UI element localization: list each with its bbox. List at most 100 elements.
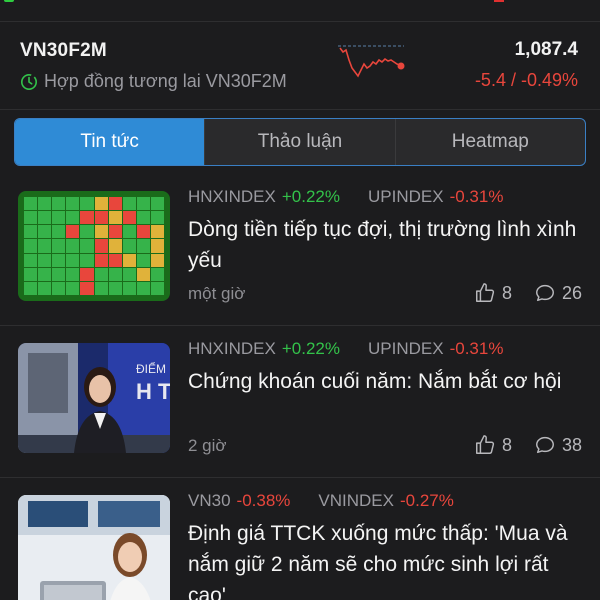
news-tags: HNXINDEX +0.22% UPINDEX -0.31% xyxy=(188,187,503,207)
heatmap-cell xyxy=(80,211,94,225)
heatmap-cell xyxy=(66,267,80,281)
heatmap-thumbnail xyxy=(18,191,170,301)
news-title[interactable]: Chứng khoán cuối năm: Nắm bắt cơ hội xyxy=(188,366,588,397)
heatmap-cell xyxy=(38,211,52,225)
heatmap-cell xyxy=(94,211,108,225)
heatmap-cell xyxy=(24,281,38,295)
previous-ticker-row[interactable] xyxy=(0,0,600,22)
heatmap-cell xyxy=(52,197,66,211)
heatmap-cell xyxy=(24,225,38,239)
heatmap-cell xyxy=(38,253,52,267)
comment-count: 26 xyxy=(561,282,582,303)
heatmap-cell xyxy=(94,253,108,267)
heatmap-cell xyxy=(52,267,66,281)
heatmap-cell xyxy=(38,267,52,281)
heatmap-cell xyxy=(108,281,122,295)
heatmap-cell xyxy=(108,267,122,281)
heatmap-cell xyxy=(66,253,80,267)
comment-count: 38 xyxy=(561,434,582,455)
heatmap-cell xyxy=(136,281,150,295)
heatmap-cell xyxy=(94,239,108,253)
heatmap-cell xyxy=(52,225,66,239)
heatmap-cell xyxy=(94,267,108,281)
heatmap-cell xyxy=(150,267,164,281)
news-tag[interactable]: VNINDEX -0.27% xyxy=(318,491,453,511)
heatmap-cell xyxy=(122,225,136,239)
analyst-thumbnail xyxy=(18,495,170,600)
heatmap-cell xyxy=(150,197,164,211)
heatmap-cell xyxy=(52,281,66,295)
news-item[interactable]: VN30 -0.38% VNINDEX -0.27% Định giá TTCK x… xyxy=(0,478,600,600)
sparkline-chart xyxy=(338,45,405,78)
news-time: một giờ xyxy=(188,284,246,303)
heatmap-cell xyxy=(66,197,80,211)
news-stats: 8 38 xyxy=(474,434,582,456)
news-tag[interactable]: HNXINDEX +0.22% xyxy=(188,187,340,207)
like-icon[interactable] xyxy=(474,282,496,304)
heatmap-cell xyxy=(150,239,164,253)
heatmap-cell xyxy=(150,211,164,225)
ticker-row[interactable]: VN30F2M Hợp đồng tương lai VN30F2M 1,087… xyxy=(0,22,600,110)
heatmap-cell xyxy=(150,281,164,295)
news-item[interactable]: HNXINDEX +0.22% UPINDEX -0.31% Dòng tiền t… xyxy=(0,174,600,326)
heatmap-cell xyxy=(136,239,150,253)
heatmap-cell xyxy=(108,239,122,253)
news-tag[interactable]: HNXINDEX +0.22% xyxy=(188,339,340,359)
news-tabs: Tin tức Thảo luận Heatmap xyxy=(14,118,586,166)
heatmap-cell xyxy=(24,211,38,225)
comment-icon[interactable] xyxy=(534,282,556,304)
svg-text:ĐIỂM: ĐIỂM xyxy=(136,361,166,376)
heatmap-cell xyxy=(52,211,66,225)
comment-icon[interactable] xyxy=(534,434,556,456)
heatmap-cell xyxy=(108,225,122,239)
heatmap-cell xyxy=(24,239,38,253)
news-tag[interactable]: VN30 -0.38% xyxy=(188,491,290,511)
news-tag[interactable]: UPINDEX -0.31% xyxy=(368,187,503,207)
heatmap-cell xyxy=(94,197,108,211)
up-arrow-icon xyxy=(4,0,14,2)
tab-discussion[interactable]: Thảo luận xyxy=(204,119,394,165)
tab-heatmap[interactable]: Heatmap xyxy=(394,119,585,165)
heatmap-cell xyxy=(80,239,94,253)
like-count: 8 xyxy=(501,434,512,455)
like-count: 8 xyxy=(501,282,512,303)
news-title[interactable]: Dòng tiền tiếp tục đợi, thị trường lình … xyxy=(188,214,588,276)
heatmap-cell xyxy=(24,197,38,211)
heatmap-cell xyxy=(38,197,52,211)
tab-news[interactable]: Tin tức xyxy=(15,119,205,165)
news-stats: 8 26 xyxy=(474,282,582,304)
heatmap-cell xyxy=(136,225,150,239)
ticker-subtitle-row: Hợp đồng tương lai VN30F2M xyxy=(20,71,287,92)
svg-text:H T: H T xyxy=(136,379,170,404)
like-icon[interactable] xyxy=(474,434,496,456)
news-item[interactable]: ĐIỂM H T HNXINDEX +0.22% UPINDEX -0.31% Ch… xyxy=(0,326,600,478)
ticker-subtitle: Hợp đồng tương lai VN30F2M xyxy=(44,71,287,91)
heatmap-cell xyxy=(136,197,150,211)
heatmap-cell xyxy=(80,267,94,281)
ticker-change: -5.4 / -0.49% xyxy=(474,70,578,90)
heatmap-cell xyxy=(122,253,136,267)
heatmap-cell xyxy=(80,197,94,211)
heatmap-cell xyxy=(136,267,150,281)
heatmap-cell xyxy=(94,281,108,295)
heatmap-cell xyxy=(52,253,66,267)
ticker-price: 1,087.4 xyxy=(514,39,578,60)
heatmap-cell xyxy=(80,253,94,267)
heatmap-cell xyxy=(94,225,108,239)
heatmap-cell xyxy=(136,253,150,267)
heatmap-cell xyxy=(66,239,80,253)
heatmap-cell xyxy=(80,225,94,239)
heatmap-cell xyxy=(108,253,122,267)
news-time: 2 giờ xyxy=(188,436,227,455)
news-tag[interactable]: UPINDEX -0.31% xyxy=(368,339,503,359)
heatmap-cell xyxy=(108,197,122,211)
heatmap-cell xyxy=(38,239,52,253)
heatmap-cell xyxy=(136,211,150,225)
heatmap-cell xyxy=(66,281,80,295)
heatmap-cell xyxy=(80,281,94,295)
heatmap-cell xyxy=(150,225,164,239)
heatmap-cell xyxy=(24,267,38,281)
heatmap-cell xyxy=(150,253,164,267)
ticker-symbol: VN30F2M xyxy=(20,40,107,61)
news-title[interactable]: Định giá TTCK xuống mức thấp: 'Mua và nắ… xyxy=(188,518,588,600)
